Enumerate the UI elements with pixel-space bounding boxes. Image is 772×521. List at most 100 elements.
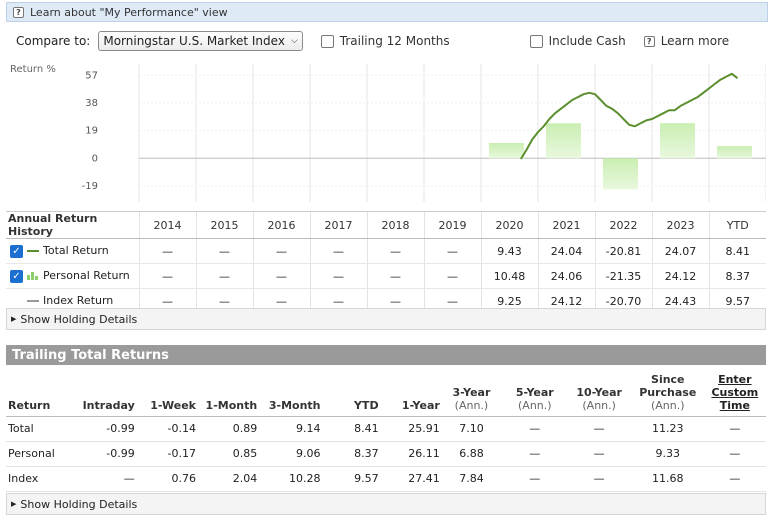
trailing-cell: -0.14	[134, 416, 196, 442]
return-cell: 8.37	[708, 263, 766, 289]
trailing-header-label: Intraday	[82, 398, 135, 412]
trailing-cell: —	[503, 466, 567, 492]
annual-return-history-title: Annual Return History	[6, 211, 139, 239]
trailing-12-months-option[interactable]: Trailing 12 Months	[320, 34, 450, 48]
trailing-cell: 8.37	[320, 441, 379, 467]
include-cash-checkbox[interactable]	[529, 34, 543, 48]
trailing-cell: 10.28	[257, 466, 321, 492]
trailing-cell: 9.57	[320, 466, 379, 492]
trailing-cell: 0.85	[195, 441, 258, 467]
trailing-header: Intraday	[69, 370, 135, 417]
help-icon: ?	[643, 35, 655, 47]
return-cell: —	[252, 238, 310, 264]
trailing-cell: 0.89	[195, 416, 258, 442]
trailing-header[interactable]: Enter Custom Time	[703, 370, 766, 417]
trailing-row: Personal -0.99 -0.17 0.85 9.06 8.37 26.11 6.88—…	[6, 441, 766, 467]
trailing-header-label: 10-Year	[576, 385, 622, 399]
trailing-cell: -0.17	[134, 441, 196, 467]
return-cell: -21.35	[594, 263, 652, 289]
trailing-row-label: Total	[6, 416, 70, 442]
learn-more-label: Learn more	[660, 34, 730, 48]
trailing-row-label: Personal	[6, 441, 70, 467]
trailing-header-label: Since Purchase	[639, 372, 697, 399]
year-header: 2022	[594, 211, 652, 239]
trailing-cell: -0.99	[69, 416, 135, 442]
trailing-header-label: 3-Month	[268, 398, 321, 412]
line-legend-icon	[27, 250, 39, 253]
trailing-cell: 11.68	[631, 466, 704, 492]
trailing-cell: —	[566, 466, 632, 492]
trailing-cell: —	[503, 441, 567, 467]
include-cash-option[interactable]: Include Cash	[529, 34, 626, 48]
learn-about-bar[interactable]: ? Learn about "My Performance" view	[6, 2, 768, 22]
return-cell: 24.12	[651, 263, 709, 289]
trailing-header: 3-Year (Ann.)	[439, 370, 504, 417]
return-cell: —	[366, 238, 424, 264]
trailing-cell: 6.88	[439, 441, 504, 467]
checkbox-placeholder	[10, 295, 23, 308]
trailing-12-months-checkbox[interactable]	[320, 34, 334, 48]
compare-to-select[interactable]: Morningstar U.S. Market Index ⌵	[98, 31, 303, 51]
year-header: 2021	[537, 211, 595, 239]
trailing-cell: —	[566, 441, 632, 467]
show-holding-details-toggle[interactable]: ▶ Show Holding Details	[6, 308, 766, 330]
trailing-cell: —	[703, 416, 766, 442]
row-label: Index Return	[43, 294, 114, 308]
trailing-total-returns-title: Trailing Total Returns	[6, 345, 766, 365]
trailing-header-label: YTD	[353, 398, 379, 412]
learn-about-link[interactable]: Learn about "My Performance" view	[30, 6, 228, 19]
return-cell: 24.07	[651, 238, 709, 264]
return-cell: 10.48	[480, 263, 538, 289]
controls-row: Compare to: Morningstar U.S. Market Inde…	[16, 30, 766, 52]
trailing-cell: —	[69, 466, 135, 492]
trailing-cell: 25.91	[378, 416, 440, 442]
trailing-cell: 8.41	[320, 416, 379, 442]
trailing-header-label: 5-Year	[515, 385, 554, 399]
trailing-header: 3-Month	[257, 370, 321, 417]
row-label: Personal Return	[43, 269, 130, 283]
year-header: 2020	[480, 211, 538, 239]
checked-checkbox-icon[interactable]: ✓	[10, 269, 23, 283]
personal-return-bar	[660, 123, 695, 159]
y-tick-label: 38	[85, 98, 98, 109]
return-cell: 24.04	[537, 238, 595, 264]
trailing-header: YTD	[320, 370, 379, 417]
return-cell: —	[195, 238, 253, 264]
show-holding-details-toggle[interactable]: ▶ Show Holding Details	[6, 493, 766, 515]
row-label: Total Return	[43, 244, 109, 258]
trailing-cell: 26.11	[378, 441, 440, 467]
trailing-header: 5-Year (Ann.)	[503, 370, 567, 417]
trailing-cell: —	[703, 466, 766, 492]
trailing-cell: 2.04	[195, 466, 258, 492]
y-tick-label: 57	[85, 70, 98, 81]
personal-return-bar	[489, 143, 524, 159]
trailing-cell: 7.10	[439, 416, 504, 442]
year-header: 2014	[138, 211, 196, 239]
trailing-header-label: 1-Year	[401, 398, 440, 412]
compare-to-value: Morningstar U.S. Market Index	[103, 34, 285, 48]
trailing-cell: —	[703, 441, 766, 467]
return-cell: —	[423, 238, 481, 264]
return-cell: -20.81	[594, 238, 652, 264]
checked-checkbox-icon[interactable]: ✓	[10, 244, 23, 258]
return-cell: 24.06	[537, 263, 595, 289]
annual-return-history-table: Annual Return History 2014 2015 2016 2017 20…	[6, 211, 766, 314]
annual-row: ✓ Total Return — — — — — —9.43 24.04 -20.81 24.07 8…	[6, 238, 766, 264]
y-tick-label: 19	[85, 126, 98, 137]
compare-to-label: Compare to:	[16, 34, 91, 48]
annualized-label: (Ann.)	[582, 398, 616, 412]
trailing-header-label: Enter Custom Time	[711, 372, 759, 412]
year-header: 2017	[309, 211, 367, 239]
return-cell: —	[138, 263, 196, 289]
trailing-cell: —	[503, 416, 567, 442]
performance-chart: Return % 57 38 19 0 -19	[6, 60, 767, 210]
trailing-header: Return	[6, 370, 70, 417]
return-cell: —	[366, 263, 424, 289]
triangle-right-icon: ▶	[11, 315, 17, 323]
annualized-label: (Ann.)	[454, 398, 489, 412]
include-cash-label: Include Cash	[548, 34, 626, 48]
return-cell: —	[195, 263, 253, 289]
personal-return-bar	[546, 123, 581, 159]
learn-more-link[interactable]: ? Learn more	[643, 34, 730, 48]
trailing-row: Index —0.76 2.04 10.28 9.57 27.41 7.84— —11.68—	[6, 466, 766, 492]
